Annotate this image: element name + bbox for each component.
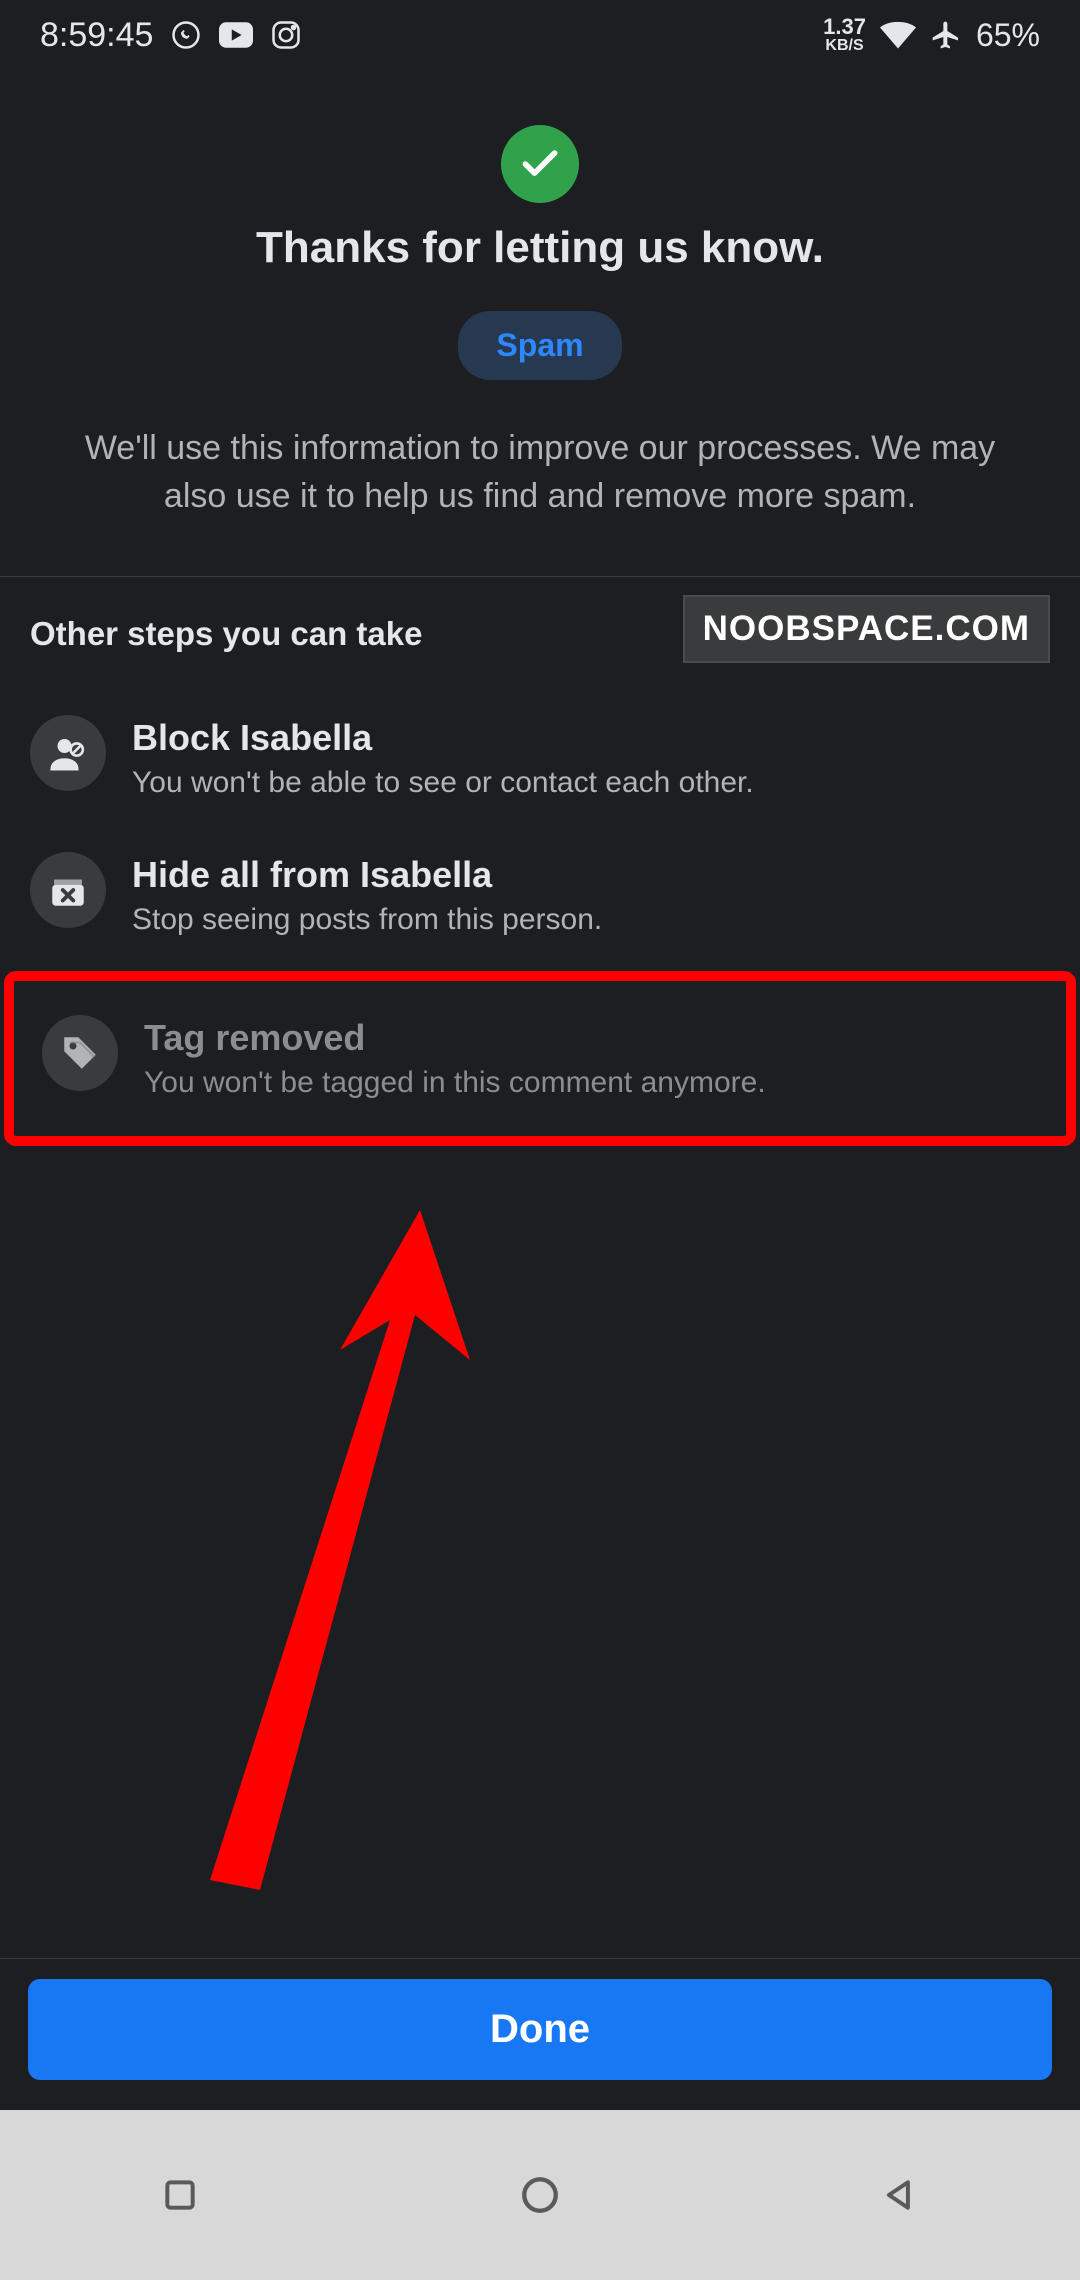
status-left: 8:59:45 xyxy=(40,16,301,55)
hide-all-title: Hide all from Isabella xyxy=(132,854,1050,896)
tag-removed-text: Tag removed You won't be tagged in this … xyxy=(144,1015,1038,1102)
done-button[interactable]: Done xyxy=(28,1979,1052,2080)
other-steps-section: Other steps you can take NOOBSPACE.COM B… xyxy=(0,577,1080,1146)
nav-back-button[interactable] xyxy=(875,2170,925,2220)
arrow-annotation xyxy=(200,1200,500,1900)
tag-icon xyxy=(42,1015,118,1091)
hide-all-icon xyxy=(30,852,106,928)
block-user-sub: You won't be able to see or contact each… xyxy=(132,763,1050,802)
block-user-text: Block Isabella You won't be able to see … xyxy=(132,715,1050,802)
wifi-icon xyxy=(880,21,916,49)
whatsapp-icon xyxy=(171,20,201,50)
report-category-chip: Spam xyxy=(458,311,621,380)
tag-removed-option: Tag removed You won't be tagged in this … xyxy=(42,997,1038,1120)
info-text: We'll use this information to improve ou… xyxy=(30,424,1050,521)
thanks-title: Thanks for letting us know. xyxy=(30,223,1050,273)
status-bar: 8:59:45 1.37 KB/S 65% xyxy=(0,0,1080,70)
hide-all-option[interactable]: Hide all from Isabella Stop seeing posts… xyxy=(30,834,1050,957)
done-container: Done xyxy=(0,1958,1080,2110)
tag-removed-sub: You won't be tagged in this comment anym… xyxy=(144,1063,1038,1102)
check-icon xyxy=(501,125,579,203)
battery-percentage: 65% xyxy=(976,17,1040,54)
data-speed: 1.37 KB/S xyxy=(823,16,866,54)
instagram-icon xyxy=(271,20,301,50)
youtube-icon xyxy=(219,22,253,48)
hide-all-text: Hide all from Isabella Stop seeing posts… xyxy=(132,852,1050,939)
android-nav-bar xyxy=(0,2110,1080,2280)
watermark-badge: NOOBSPACE.COM xyxy=(683,595,1050,663)
block-user-icon xyxy=(30,715,106,791)
block-user-title: Block Isabella xyxy=(132,717,1050,759)
highlight-annotation: Tag removed You won't be tagged in this … xyxy=(4,971,1076,1146)
confirmation-header: Thanks for letting us know. Spam We'll u… xyxy=(0,70,1080,577)
tag-removed-title: Tag removed xyxy=(144,1017,1038,1059)
status-right: 1.37 KB/S 65% xyxy=(823,16,1040,54)
block-user-option[interactable]: Block Isabella You won't be able to see … xyxy=(30,697,1050,820)
airplane-icon xyxy=(930,19,962,51)
nav-recents-button[interactable] xyxy=(155,2170,205,2220)
nav-home-button[interactable] xyxy=(515,2170,565,2220)
status-time: 8:59:45 xyxy=(40,16,153,55)
hide-all-sub: Stop seeing posts from this person. xyxy=(132,900,1050,939)
